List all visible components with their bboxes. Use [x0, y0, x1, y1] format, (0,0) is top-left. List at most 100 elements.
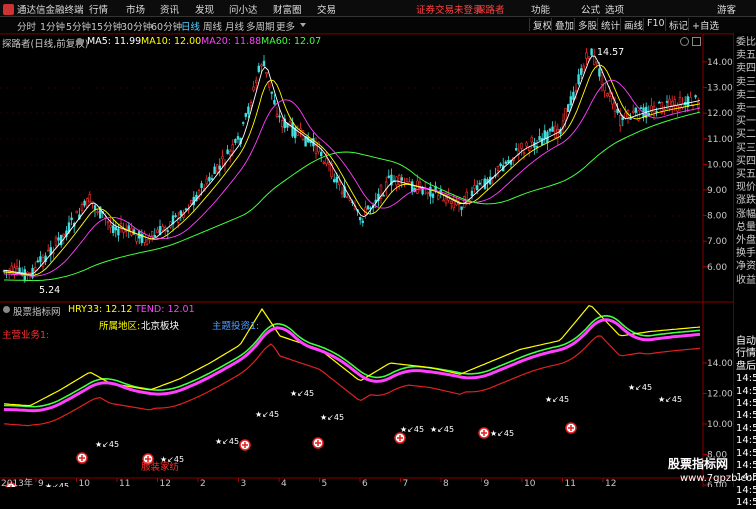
moving-average-lines [3, 55, 701, 282]
quote-field-label: 现价 [736, 182, 756, 194]
candle-body [291, 122, 294, 137]
candle-body [41, 257, 45, 267]
candle-body [127, 225, 131, 231]
candle-body [598, 68, 601, 77]
candle-body [525, 142, 528, 147]
candle-body [322, 161, 325, 164]
zoom-circle-icon[interactable] [680, 37, 689, 46]
date-tick-label: 4 [281, 479, 287, 487]
ma10-label: MA10: 12.00 [141, 36, 202, 47]
quote-field-label: 收益 [736, 274, 756, 286]
date-tick-label: 12 [605, 479, 616, 487]
candle-body [449, 200, 453, 204]
tick-time-label: 14:5 [736, 497, 756, 509]
candle-body [569, 96, 573, 106]
candle-body [174, 215, 177, 217]
candle-body [327, 161, 331, 165]
candle-body [296, 131, 299, 136]
signal-45-label: ★↙45 [545, 395, 569, 404]
candle-body [673, 99, 677, 106]
candle-body [226, 149, 229, 155]
candle-body [592, 55, 596, 65]
indicator-settings-icon[interactable] [3, 306, 10, 313]
candle-body [249, 102, 253, 106]
candle-body [244, 113, 247, 117]
candle-body [358, 217, 362, 221]
signal-45-label: ★↙45 [255, 410, 279, 419]
candle-body [572, 91, 575, 100]
candle-body [200, 183, 203, 189]
candle-body [696, 102, 700, 108]
candle-body [135, 234, 138, 242]
quote-field-label: 买三 [736, 142, 756, 154]
candle-body [689, 97, 692, 106]
settings-dot-icon[interactable] [76, 38, 83, 45]
chart-canvas[interactable]: ★↙45 ★↙45 ★↙45 ★↙45 ★↙45 ★↙45 ★↙45 ★↙45 ★↙45 ★↙45… [0, 0, 733, 487]
candle-body [236, 136, 240, 140]
tick-time-label: 14:5 [736, 385, 756, 397]
signal-45-label: ★↙45 [490, 429, 514, 438]
candle-body [270, 91, 273, 94]
candle-body [556, 128, 560, 139]
candle-body [267, 81, 271, 88]
quote-field-label: 买二 [736, 129, 756, 141]
candle-body [218, 165, 221, 170]
quote-field-label: 净资 [736, 261, 756, 273]
candle-body [548, 128, 552, 132]
candle-body [608, 92, 612, 97]
price-tick-label: 9.00 [707, 186, 727, 196]
candle-body [205, 178, 208, 184]
candle-body [88, 194, 92, 203]
high-price-label: 14.57 [597, 47, 625, 58]
candle-body [470, 190, 474, 196]
candle-body [109, 224, 112, 228]
candle-body [657, 101, 661, 104]
signal-45-label: ★↙45 [628, 383, 652, 392]
ma60-line [4, 111, 701, 282]
candle-body [382, 194, 385, 197]
candle-body [18, 267, 21, 273]
candle-body [520, 142, 523, 149]
date-tick-label: 7 [403, 479, 409, 487]
signal-45-label: ★↙45 [215, 437, 239, 446]
candle-body [530, 137, 534, 143]
candle-body [631, 110, 635, 113]
candle-body [462, 196, 466, 209]
candle-body [574, 90, 578, 92]
quote-field-label: 卖二 [736, 89, 756, 101]
candle-body [418, 181, 422, 187]
candle-body [275, 113, 279, 117]
signal-45-label: ★↙45 [658, 395, 682, 404]
candle-body [366, 205, 370, 210]
indicator-title: 股票指标网 [13, 307, 61, 318]
candle-body [504, 161, 507, 164]
candle-body [36, 260, 40, 263]
indicator-tick-label: 12.00 [707, 390, 733, 400]
candle-body [213, 166, 216, 174]
price-tick-label: 12.00 [707, 109, 733, 119]
maximize-icon[interactable] [692, 37, 701, 46]
candle-body [678, 96, 682, 109]
candle-body [143, 233, 146, 243]
candle-body [603, 83, 606, 92]
candle-body [405, 178, 409, 182]
candle-body [475, 185, 479, 191]
date-tick-label: 11 [565, 479, 576, 487]
candle-body [611, 98, 614, 105]
main-business-label: 主营业务1: [2, 330, 50, 341]
price-tick-label: 8.00 [707, 212, 727, 222]
candle-body [179, 210, 182, 216]
hry-label: HRY33: 12.12 [68, 304, 133, 315]
quote-mode-label: 行情 [736, 348, 756, 360]
candle-body [639, 107, 643, 109]
candle-body [605, 93, 609, 97]
candle-body [387, 175, 390, 178]
candle-body [543, 130, 547, 139]
candle-body [247, 106, 250, 115]
price-tick-label: 14.00 [707, 58, 733, 68]
price-axis: 14.00 13.00 12.00 11.00 10.00 9.00 8.00 7.00 6.0… [703, 58, 733, 487]
quote-mode-label: 自动 [736, 336, 756, 347]
date-tick-label: 11 [119, 479, 130, 487]
candle-body [499, 163, 502, 166]
candle-body [579, 68, 583, 75]
